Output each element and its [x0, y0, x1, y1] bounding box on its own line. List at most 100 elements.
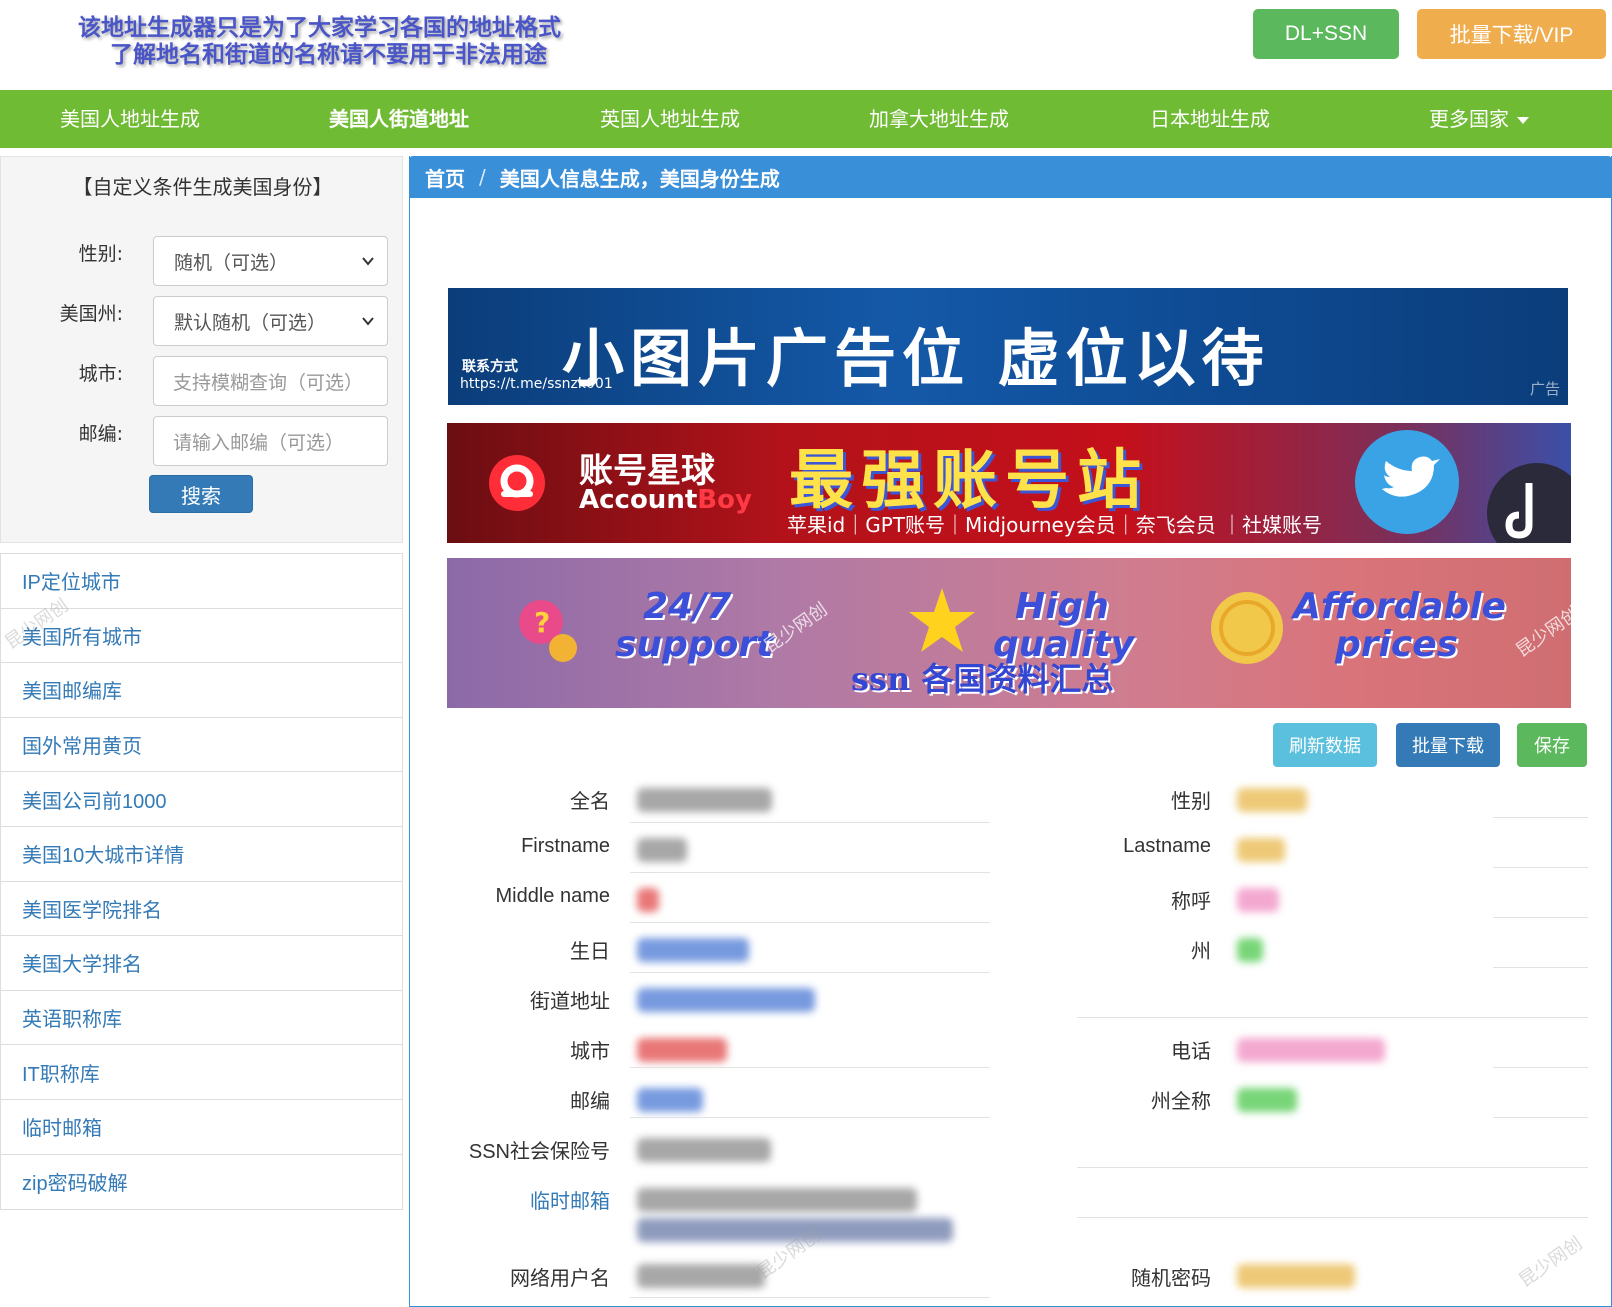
label-lastname: Lastname: [1123, 835, 1211, 857]
value-username: [637, 1264, 765, 1288]
row-divider: [630, 1117, 990, 1118]
row-divider: [1077, 1167, 1215, 1168]
sidebar-item-it-titles[interactable]: IT职称库: [1, 1045, 402, 1100]
slogan-line-2: 了解地名和街道的名称请不要用于非法用途: [110, 41, 547, 68]
label-birthday: 生日: [570, 941, 610, 963]
value-lastname: [1237, 838, 1285, 862]
save-button[interactable]: 保存: [1517, 723, 1587, 767]
sidebar-item-universities[interactable]: 美国大学排名: [1, 936, 402, 991]
nav-canada-address[interactable]: 加拿大地址生成: [869, 90, 1009, 148]
label-fullname: 全名: [570, 791, 610, 813]
zip-input[interactable]: 请输入邮编（可选）: [153, 416, 388, 466]
value-city: [637, 1038, 727, 1062]
value-phone: [1237, 1038, 1385, 1062]
caret-down-icon: [1517, 117, 1529, 124]
panel-title: 【自定义条件生成美国身份】: [72, 175, 333, 199]
sidebar-item-zip-crack[interactable]: zip密码破解: [1, 1154, 402, 1210]
row-divider: [630, 1297, 990, 1298]
nav-us-address[interactable]: 美国人地址生成: [60, 90, 200, 148]
nav-more-label: 更多国家: [1429, 107, 1509, 131]
row-divider: [1215, 1167, 1588, 1168]
label-firstname: Firstname: [521, 835, 610, 857]
ad3-support-line1: 24/7: [643, 586, 732, 627]
nav-more-countries[interactable]: 更多国家: [1429, 90, 1529, 148]
ad3-quality-line1: High: [1015, 586, 1109, 627]
row-divider: [630, 972, 990, 973]
label-phone: 电话: [1171, 1041, 1211, 1063]
ad-banner-ssn-data[interactable]: ? 24/7 support High quality ssn 各国资料汇总 A…: [447, 558, 1571, 708]
ad3-support-line2: support: [615, 624, 774, 665]
ad1-tag: 广告: [1529, 380, 1560, 398]
sidebar-item-top10-cities[interactable]: 美国10大城市详情: [1, 826, 402, 882]
twitter-bird-icon: [1355, 430, 1459, 534]
row-divider: [1493, 817, 1588, 818]
state-select-value: 默认随机（可选）: [174, 311, 327, 334]
row-divider: [1077, 1217, 1215, 1218]
row-divider: [1215, 1217, 1588, 1218]
site-header: 该地址生成器只是为了大家学习各国的地址格式 了解地名和街道的名称请不要用于非法用…: [0, 0, 1612, 90]
value-street: [637, 988, 815, 1012]
row-divider: [1493, 1117, 1588, 1118]
vip-download-button[interactable]: 批量下载/VIP: [1417, 9, 1606, 59]
breadcrumb-home[interactable]: 首页: [425, 163, 465, 192]
ad2-title: 最强账号站: [789, 444, 1149, 518]
label-gender: 性别: [1171, 791, 1211, 813]
accountboy-logo-icon: [489, 455, 545, 511]
value-middlename: [637, 888, 659, 912]
nav-uk-address[interactable]: 英国人地址生成: [600, 90, 740, 148]
row-divider: [630, 1067, 990, 1068]
gender-select[interactable]: 随机（可选）: [153, 236, 388, 286]
nav-japan-address[interactable]: 日本地址生成: [1150, 90, 1270, 148]
state-label: 美国州:: [59, 303, 123, 325]
ad3-center-title: ssn 各国资料汇总: [851, 660, 1114, 698]
value-zip: [637, 1088, 703, 1112]
ad-banner-accountboy[interactable]: 账号星球 AccountBoy 最强账号站 苹果id｜GPT账号｜Midjour…: [447, 423, 1571, 543]
sidebar-item-yellow-pages[interactable]: 国外常用黄页: [1, 717, 402, 773]
svg-text:?: ?: [534, 606, 550, 639]
refresh-data-button[interactable]: 刷新数据: [1273, 723, 1377, 767]
sidebar-item-med-schools[interactable]: 美国医学院排名: [1, 881, 402, 937]
value-state: [1237, 938, 1263, 962]
value-ssn: [637, 1138, 771, 1162]
sidebar-item-top1000[interactable]: 美国公司前1000: [1, 772, 402, 827]
chevron-down-icon: [362, 257, 374, 266]
breadcrumb-separator: /: [479, 165, 486, 189]
label-ssn: SSN社会保险号: [468, 1141, 610, 1163]
coin-icon: [1211, 592, 1283, 664]
sidebar-item-zip-db[interactable]: 美国邮编库: [1, 663, 402, 718]
row-divider: [630, 822, 990, 823]
value-state-fullname: [1237, 1088, 1297, 1112]
sidebar-item-temp-mail[interactable]: 临时邮箱: [1, 1099, 402, 1155]
sidebar-item-job-titles[interactable]: 英语职称库: [1, 990, 402, 1046]
chevron-down-icon: [362, 317, 374, 326]
search-button[interactable]: 搜索: [149, 475, 253, 513]
state-select[interactable]: 默认随机（可选）: [153, 296, 388, 346]
ad2-brand-en-part2: Boy: [697, 485, 752, 515]
ad2-subtitle: 苹果id｜GPT账号｜Midjourney会员｜奈飞会员 ｜社媒账号: [787, 513, 1323, 537]
tiktok-icon: [1487, 463, 1571, 543]
gender-label: 性别:: [78, 243, 123, 265]
city-input[interactable]: 支持模糊查询（可选）: [153, 356, 388, 406]
temp-mail-link[interactable]: 临时邮箱: [530, 1185, 610, 1214]
ad2-brand-en: AccountBoy: [579, 485, 752, 515]
ad3-prices-line2: prices: [1335, 624, 1459, 665]
value-gender: [1237, 788, 1307, 812]
label-state-fullname: 州全称: [1151, 1091, 1211, 1113]
gender-select-value: 随机（可选）: [174, 251, 289, 274]
value-firstname: [637, 838, 687, 862]
row-divider: [630, 872, 990, 873]
ad-banner-placeholder[interactable]: 联系方式 https://t.me/ssnzk001 小图片广告位 虚位以待 广…: [448, 288, 1568, 405]
value-random-password: [1237, 1264, 1355, 1288]
breadcrumb: 首页 / 美国人信息生成，美国身份生成: [409, 156, 1612, 198]
ad1-title: 小图片广告位 虚位以待: [562, 322, 1270, 395]
batch-download-button[interactable]: 批量下载: [1396, 723, 1500, 767]
value-birthday: [637, 938, 749, 962]
watermark-text: 昆少网创: [1512, 602, 1571, 662]
row-divider: [1215, 1017, 1588, 1018]
dl-ssn-button[interactable]: DL+SSN: [1253, 9, 1399, 59]
zip-label: 邮编:: [78, 423, 123, 445]
ad1-contact: 联系方式: [462, 359, 518, 375]
value-temp-mail: [637, 1188, 917, 1212]
nav-us-street[interactable]: 美国人街道地址: [329, 90, 469, 148]
label-username: 网络用户名: [510, 1268, 610, 1290]
